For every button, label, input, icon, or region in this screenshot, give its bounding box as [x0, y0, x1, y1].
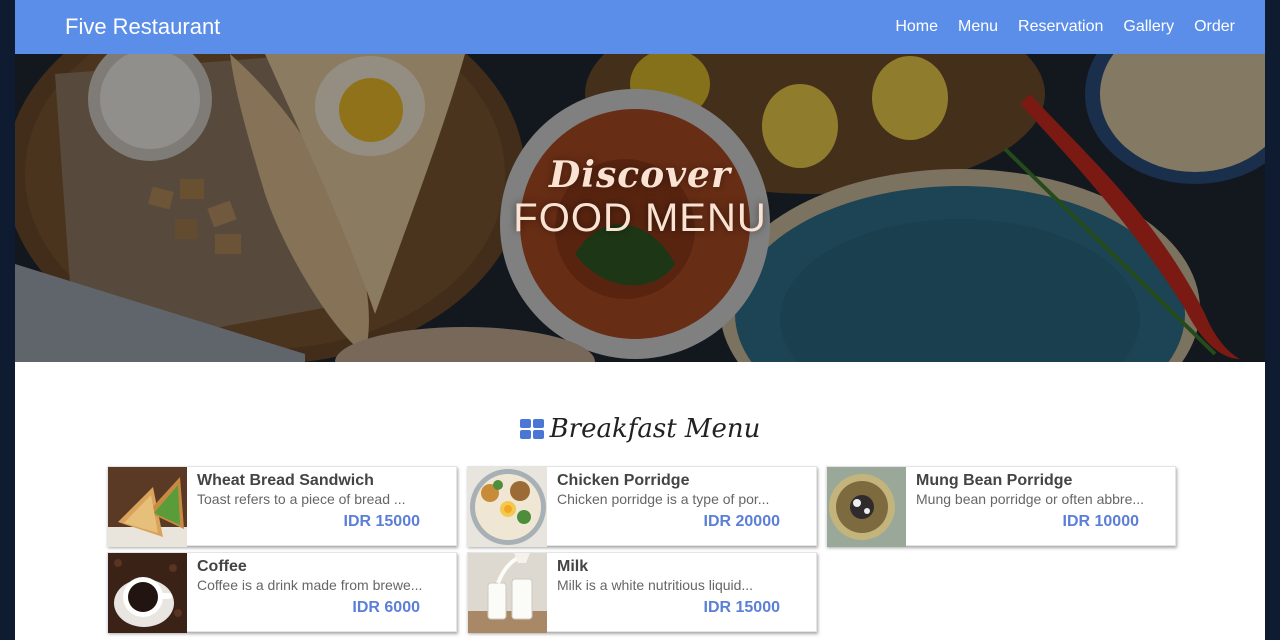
item-name: Mung Bean Porridge: [916, 472, 1073, 489]
menu-card-wheat-bread-sandwich[interactable]: Wheat Bread Sandwich Toast refers to a p…: [107, 466, 457, 547]
nav-order[interactable]: Order: [1194, 18, 1235, 36]
page-frame: Five Restaurant Home Menu Reservation Ga…: [15, 0, 1265, 640]
nav-reservation[interactable]: Reservation: [1018, 18, 1103, 36]
menu-card-mung-bean-porridge[interactable]: Mung Bean Porridge Mung bean porridge or…: [826, 466, 1176, 547]
item-description: Toast refers to a piece of bread ...: [197, 491, 406, 507]
section-title: Breakfast Menu: [549, 414, 761, 444]
mung-bean-porridge-image: [827, 467, 906, 547]
menu-card-coffee[interactable]: Coffee Coffee is a drink made from brewe…: [107, 552, 457, 633]
section-header: Breakfast Menu: [15, 414, 1265, 444]
item-name: Milk: [557, 558, 589, 575]
menu-card-milk[interactable]: Milk Milk is a white nutritious liquid..…: [467, 552, 817, 633]
hero-banner: Discover FOOD MENU: [15, 54, 1265, 362]
sandwich-image: [108, 467, 187, 547]
milk-image: [468, 553, 547, 633]
item-description: Coffee is a drink made from brewe...: [197, 577, 423, 593]
item-name: Wheat Bread Sandwich: [197, 472, 374, 489]
hero-subtitle: Discover: [549, 154, 731, 196]
item-price: IDR 10000: [1062, 513, 1140, 530]
item-name: Chicken Porridge: [557, 472, 690, 489]
grid-icon: [519, 419, 544, 439]
item-name: Coffee: [197, 558, 247, 575]
menu-card-chicken-porridge[interactable]: Chicken Porridge Chicken porridge is a t…: [467, 466, 817, 547]
navbar: Five Restaurant Home Menu Reservation Ga…: [15, 0, 1265, 54]
item-description: Mung bean porridge or often abbre...: [916, 491, 1145, 507]
chicken-porridge-image: [468, 467, 547, 547]
nav-gallery[interactable]: Gallery: [1123, 18, 1174, 36]
coffee-image: [108, 553, 187, 633]
item-description: Chicken porridge is a type of por...: [557, 491, 770, 507]
brand-logo[interactable]: Five Restaurant: [65, 14, 220, 40]
hero-text: Discover FOOD MENU: [15, 154, 1265, 241]
nav-home[interactable]: Home: [895, 18, 938, 36]
hero-title: FOOD MENU: [513, 196, 767, 240]
item-description: Milk is a white nutritious liquid...: [557, 577, 754, 593]
nav-menu[interactable]: Menu: [958, 18, 998, 36]
main-nav: Home Menu Reservation Gallery Order: [895, 18, 1235, 36]
item-price: IDR 20000: [703, 513, 781, 530]
item-price: IDR 15000: [703, 599, 781, 616]
item-price: IDR 6000: [352, 599, 420, 616]
item-price: IDR 15000: [343, 513, 421, 530]
